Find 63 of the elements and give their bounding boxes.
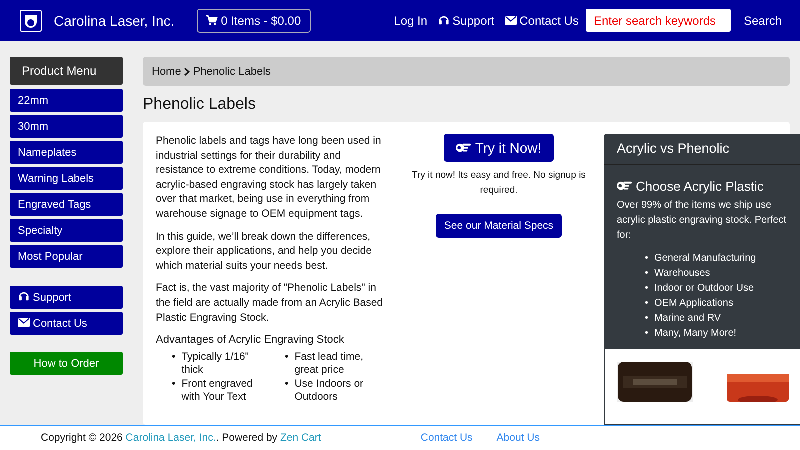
bullet: • — [172, 378, 176, 392]
bullet: • — [285, 378, 289, 392]
copyright-text: Copyright © 2026 Carolina Laser, Inc.. Powered by Zen Cart — [41, 432, 322, 444]
menu-item[interactable]: 22mm — [10, 89, 123, 112]
mail-icon — [504, 14, 517, 26]
list-item: Indoor or Outdoor Use — [654, 282, 754, 296]
menu-item[interactable]: Specialty — [10, 219, 123, 242]
menu-item[interactable]: Warning Labels — [10, 167, 123, 190]
bullet: • — [645, 267, 649, 281]
bullet: • — [645, 312, 649, 326]
order-button[interactable]: How to Order — [10, 352, 123, 375]
paragraph: In this guide, we’ll break down the differences, explore their applications, and help you decide which material suits your needs best. — [156, 230, 373, 274]
bullet: • — [645, 282, 649, 296]
list-item: Use Indoors or Outdoors — [294, 378, 365, 405]
breadcrumb-link[interactable]: Home — [152, 66, 182, 78]
bullet: • — [172, 350, 176, 365]
list-item: Many, Many More! — [654, 327, 737, 341]
list-item: General Manufacturing — [654, 252, 756, 266]
cart-button[interactable]: 0 Items - $0.00 — [196, 8, 311, 32]
bullet: • — [645, 252, 649, 266]
page-title: Phenolic Labels — [143, 96, 257, 114]
list-item: Marine and RV — [654, 312, 722, 326]
search-button[interactable]: Search — [730, 14, 790, 28]
list-item: Typically 1/16" thick — [182, 350, 250, 378]
bullet: • — [645, 297, 649, 311]
panel-text: Over 99% of the items we ship use acrylic plastic engraving stock. Perfect for: — [617, 199, 788, 243]
header-link[interactable]: Support — [438, 14, 495, 28]
section-heading: Advantages of Acrylic Engraving Stock — [156, 333, 346, 348]
menu-item[interactable]: Contact Us — [10, 312, 123, 335]
list-item: Fast lead time, great price — [294, 350, 365, 378]
list-item: Warehouses — [654, 267, 710, 281]
panel-heading: Choose Acrylic Plastic — [617, 179, 795, 194]
specs-button[interactable]: See our Material Specs — [436, 214, 562, 238]
chevron-icon — [184, 68, 190, 76]
pointing-hand-icon — [456, 142, 472, 154]
menu-heading: Product Menu — [10, 57, 123, 85]
list-item: OEM Applications — [654, 297, 734, 311]
list-item: Front engraved with Your Text — [182, 378, 254, 405]
pointing-hand-icon — [617, 180, 632, 192]
cart-icon — [206, 14, 218, 26]
menu-item[interactable]: 30mm — [10, 115, 123, 138]
header-link[interactable]: Contact Us — [504, 14, 579, 28]
bullet: • — [645, 327, 649, 341]
menu-item[interactable]: Support — [10, 286, 123, 309]
menu-item[interactable]: Engraved Tags — [10, 193, 123, 216]
panel-title: Acrylic vs Phenolic — [604, 134, 800, 165]
headset-icon — [18, 291, 30, 302]
bullet: • — [285, 350, 289, 365]
paragraph: Phenolic labels and tags have long been used in industrial settings for their durability and resistance to extreme conditions. Today, modern acrylic-based engraving stock has largely taken over that market, being use in everything from warehouse signage to OEM equipment tags. — [156, 134, 382, 222]
footer-link[interactable]: Contact Us — [420, 432, 473, 444]
note-text: Try it now! Its easy and free. No signup is required. — [411, 169, 587, 198]
mail-icon — [18, 317, 30, 328]
breadcrumb-current: Phenolic Labels — [193, 66, 272, 78]
menu-item[interactable]: Most Popular — [10, 245, 123, 268]
headset-icon — [438, 14, 450, 26]
header-link[interactable]: Log In — [394, 14, 428, 28]
try-now-button[interactable]: Try it Now! — [444, 134, 554, 162]
logo-icon[interactable] — [20, 10, 42, 32]
paragraph: Fact is, the vast majority of "Phenolic Labels" in the field are actually made from an Acrylic Based Plastic Engraving Stock. — [156, 281, 384, 326]
menu-item[interactable]: Nameplates — [10, 141, 123, 164]
footer-link[interactable]: About Us — [496, 432, 540, 444]
site-title[interactable]: Carolina Laser, Inc. — [54, 12, 175, 28]
search-field[interactable]: Enter search keywords — [586, 9, 731, 32]
